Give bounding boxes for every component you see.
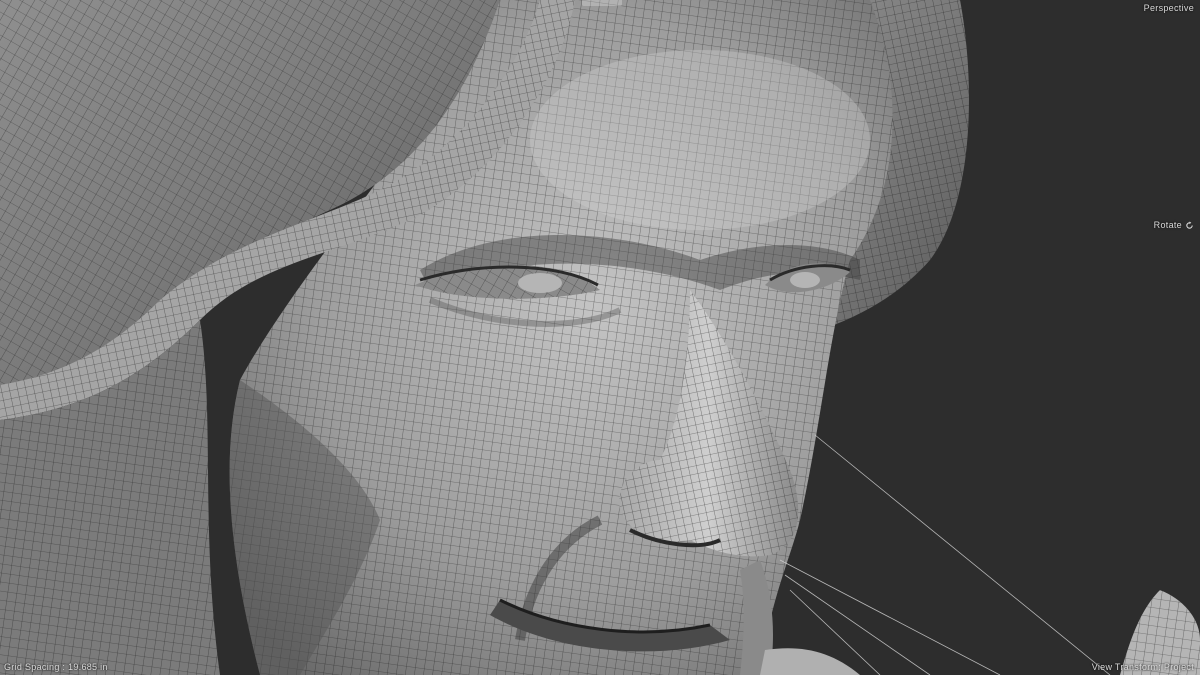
3d-viewport[interactable]: Perspective Rotate Grid Spacing : 19.685… [0,0,1200,675]
forehead-highlight [530,50,870,230]
transform-space-readout: View Transform: Project [1091,662,1194,672]
sculpt-mesh-render[interactable] [0,0,1200,675]
top-drag-handle[interactable] [582,0,622,6]
rotate-icon [1186,220,1193,229]
grid-spacing-readout: Grid Spacing : 19.685 in [4,662,108,672]
view-label[interactable]: Perspective [1144,3,1194,13]
navigation-mode[interactable]: Rotate [1154,220,1194,230]
navigation-mode-label: Rotate [1153,220,1182,230]
